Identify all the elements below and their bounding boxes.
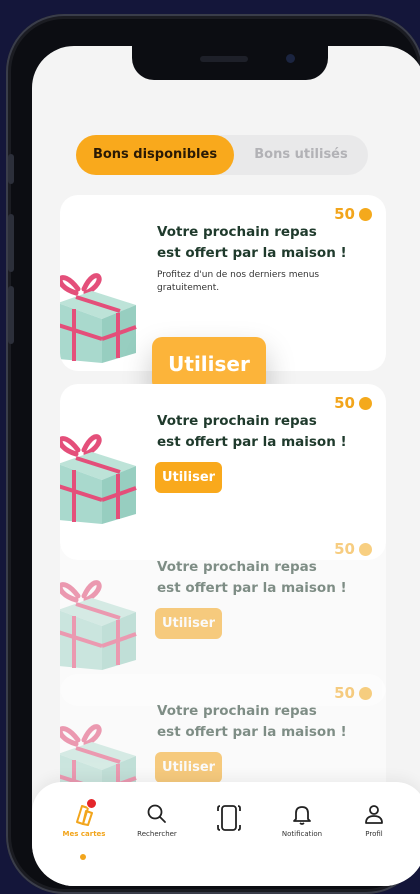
voucher-title-line2: est offert par la maison ! (157, 245, 347, 261)
voucher-title-line2: est offert par la maison ! (157, 580, 347, 596)
coin-icon (359, 396, 372, 410)
voucher-title-line2: est offert par la maison ! (157, 434, 347, 450)
phone-frame: Bons disponibles Bons utilisés 50 Votre … (6, 14, 420, 894)
points-value: 50 (334, 205, 355, 223)
coin-icon (359, 207, 372, 221)
points-badge: 50 (334, 684, 372, 702)
coin-icon (359, 686, 372, 700)
nav-item-scan[interactable] (194, 802, 264, 838)
points-value: 50 (334, 394, 355, 412)
front-camera (286, 54, 295, 63)
voucher-title: Votre prochain repas est offert par la m… (157, 222, 357, 264)
voucher-title-line1: Votre prochain repas (157, 413, 317, 429)
gift-icon (60, 434, 137, 524)
voucher-title: Votre prochain repas est offert par la m… (157, 557, 357, 599)
gift-icon (60, 580, 137, 670)
voucher-title-line1: Votre prochain repas (157, 559, 317, 575)
nav-item-my-cards[interactable]: Mes cartes (49, 798, 119, 860)
points-badge: 50 (334, 540, 372, 558)
notch (132, 46, 328, 80)
points-value: 50 (334, 540, 355, 558)
coin-icon (359, 542, 372, 556)
gift-icon (60, 273, 137, 363)
mute-switch (8, 154, 14, 184)
use-voucher-button-primary[interactable]: Utiliser (152, 337, 266, 391)
user-icon (365, 805, 383, 824)
use-voucher-button[interactable]: Utiliser (155, 752, 222, 783)
tab-used-vouchers[interactable]: Bons utilisés (234, 135, 368, 175)
speaker (200, 56, 248, 62)
voucher-title-line1: Votre prochain repas (157, 703, 317, 719)
volume-up-button (8, 214, 14, 272)
search-icon (147, 804, 166, 823)
app-screen: Bons disponibles Bons utilisés 50 Votre … (32, 46, 420, 886)
points-value: 50 (334, 684, 355, 702)
voucher-description: Profitez d'un de nos derniers menus grat… (157, 270, 320, 293)
voucher-title: Votre prochain repas est offert par la m… (157, 411, 357, 453)
voucher-title: Votre prochain repas est offert par la m… (157, 701, 357, 743)
voucher-title-line1: Votre prochain repas (157, 224, 317, 240)
nav-label: Profil (365, 830, 383, 838)
active-indicator (80, 854, 86, 860)
voucher-segmented-control: Bons disponibles Bons utilisés (76, 135, 368, 175)
nav-item-search[interactable]: Rechercher (122, 802, 192, 838)
nav-label: Notification (281, 830, 323, 838)
nav-label: Mes cartes (62, 830, 106, 838)
points-badge: 50 (334, 205, 372, 223)
use-voucher-button[interactable]: Utiliser (155, 462, 222, 493)
bottom-navigation: Mes cartes Rechercher Notification Profi… (32, 782, 420, 886)
volume-down-button (8, 286, 14, 344)
nav-item-profile[interactable]: Profil (339, 802, 409, 838)
points-badge: 50 (334, 394, 372, 412)
scan-icon (217, 805, 241, 831)
nav-label: Rechercher (137, 830, 177, 838)
use-voucher-button[interactable]: Utiliser (155, 608, 222, 639)
nav-item-notification[interactable]: Notification (267, 802, 337, 838)
voucher-title-line2: est offert par la maison ! (157, 724, 347, 740)
tab-available-vouchers[interactable]: Bons disponibles (76, 135, 234, 175)
bell-icon (293, 806, 311, 825)
notification-dot (86, 798, 97, 809)
